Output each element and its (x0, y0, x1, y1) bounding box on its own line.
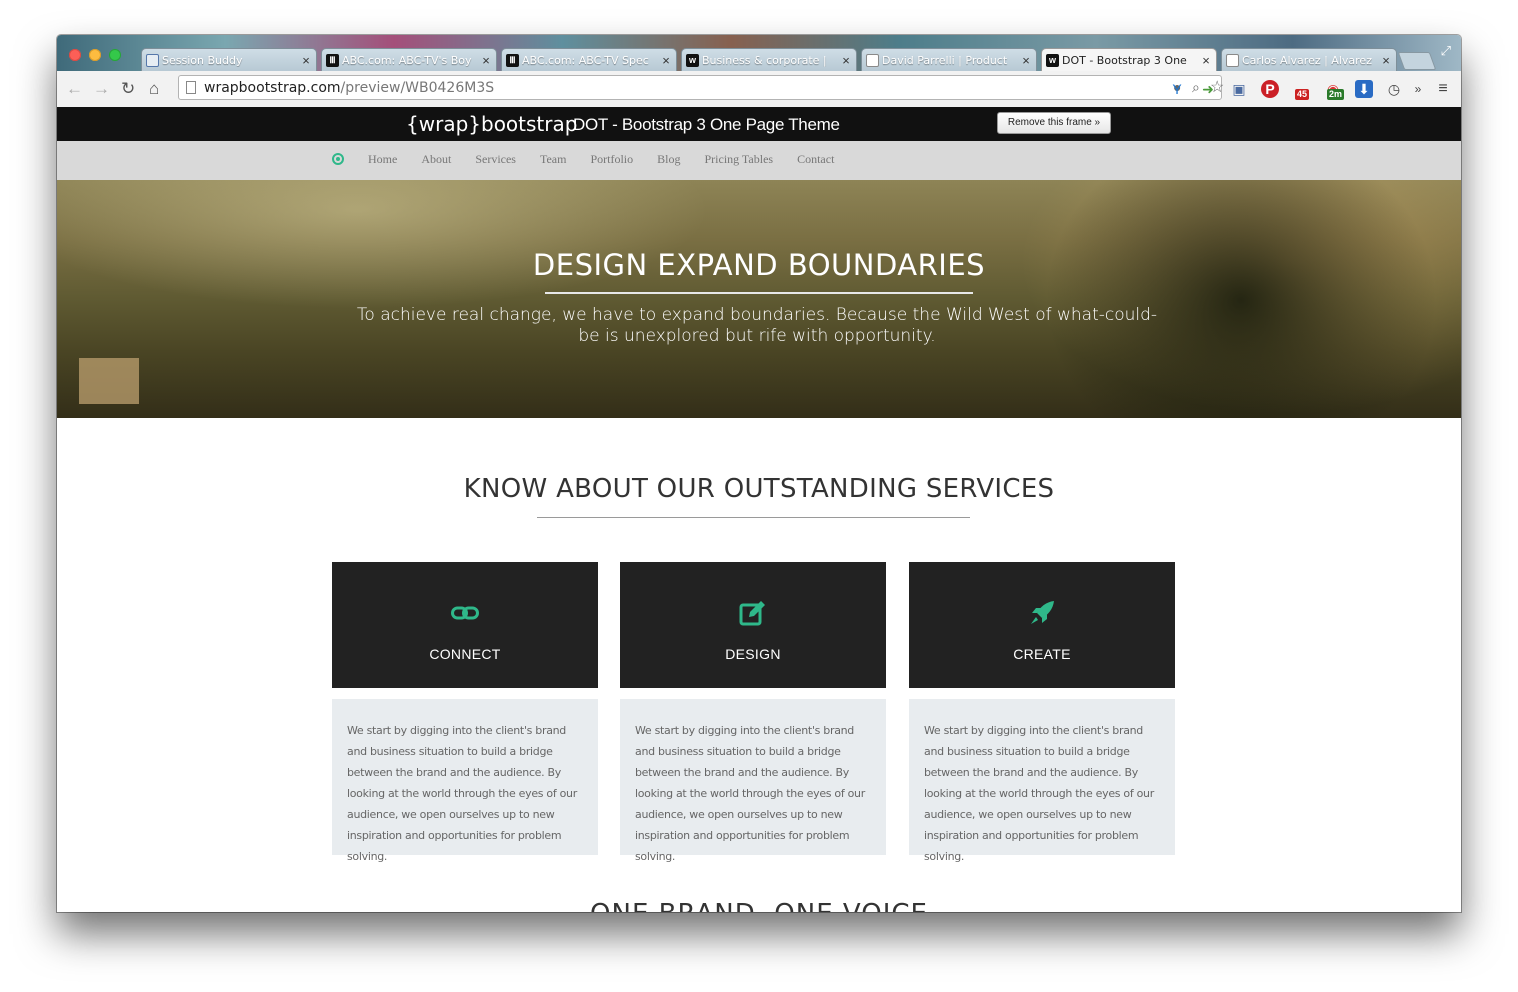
address-bar[interactable]: wrapbootstrap.com/preview/WB0426M3S ● ⌕ … (178, 75, 1224, 100)
services-divider (537, 517, 970, 518)
tab-close-icon[interactable]: × (660, 53, 672, 68)
forward-icon[interactable]: → (93, 79, 110, 99)
tab-close-icon[interactable]: × (840, 53, 852, 68)
page-icon (186, 81, 196, 94)
new-tab-button[interactable] (1397, 52, 1437, 70)
extension-window-icon[interactable]: ▣ (1230, 80, 1248, 98)
building-icon: Ⅲ (326, 53, 339, 67)
site-logo-icon[interactable] (332, 153, 344, 165)
extensions-overflow-icon[interactable]: » (1409, 80, 1427, 98)
doc-icon (866, 53, 879, 67)
tab-business-corporate[interactable]: w Business & corporate | × (681, 48, 857, 71)
wrapbootstrap-bar: {wrap}bootstrap DOT - Bootstrap 3 One Pa… (57, 107, 1461, 141)
hero-farmhouse (79, 358, 139, 404)
service-label: DESIGN (725, 646, 781, 662)
nav-portfolio[interactable]: Portfolio (590, 152, 633, 167)
nav-blog[interactable]: Blog (657, 152, 680, 167)
menu-icon[interactable]: ≡ (1434, 80, 1452, 98)
home-icon[interactable]: ⌂ (149, 79, 159, 99)
tab-close-icon[interactable]: × (300, 53, 312, 68)
hero-banner: DESIGN EXPAND BOUNDARIES To achieve real… (57, 180, 1461, 418)
service-card-design: DESIGN (620, 562, 886, 688)
hero-title: DESIGN EXPAND BOUNDARIES (532, 248, 986, 282)
next-section-title: ONE BRAND, ONE VOICE (57, 899, 1461, 912)
hero-divider (545, 292, 973, 294)
clock-icon[interactable]: ◷ (1385, 80, 1403, 98)
tab-close-icon[interactable]: × (1020, 53, 1032, 68)
tab-title: DOT - Bootstrap 3 One (1062, 54, 1187, 67)
tab-abc-boy[interactable]: Ⅲ ABC.com: ABC-TV's Boy × (321, 48, 497, 71)
link-icon (451, 600, 479, 626)
url-text[interactable]: wrapbootstrap.com/preview/WB0426M3S (204, 80, 494, 96)
tab-abc-spec[interactable]: Ⅲ ABC.com: ABC-TV Spec × (501, 48, 677, 71)
service-description: We start by digging into the client's br… (332, 699, 598, 863)
nav-team[interactable]: Team (540, 152, 566, 167)
w-icon: w (1046, 54, 1059, 67)
services-title: KNOW ABOUT OUR OUTSTANDING SERVICES (463, 474, 1055, 504)
download-icon[interactable]: ⬇ (1355, 80, 1373, 98)
building-icon: Ⅲ (506, 53, 519, 67)
tab-close-icon[interactable]: × (1200, 53, 1212, 68)
service-description: We start by digging into the client's br… (909, 699, 1175, 863)
nav-home[interactable]: Home (368, 152, 397, 167)
browser-toolbar: ← → ↻ ⌂ wrapbootstrap.com/preview/WB0426… (57, 71, 1461, 108)
service-description: We start by digging into the client's br… (620, 699, 886, 863)
window-zoom-button[interactable] (109, 49, 121, 61)
nav-services[interactable]: Services (475, 152, 516, 167)
extension-badge: 2m (1327, 89, 1345, 100)
rocket-icon (1028, 600, 1056, 626)
tab-close-icon[interactable]: × (480, 53, 492, 68)
tab-title: David Parrelli | Product (882, 53, 1008, 67)
tab-close-icon[interactable]: × (1380, 53, 1392, 68)
edit-icon (739, 600, 767, 626)
tab-david-parrelli[interactable]: David Parrelli | Product × (861, 48, 1037, 71)
theme-title: DOT - Bootstrap 3 One Page Theme (573, 115, 840, 134)
service-card-connect: CONNECT (332, 562, 598, 688)
service-label: CONNECT (429, 646, 501, 662)
remove-frame-button[interactable]: Remove this frame » (997, 112, 1111, 134)
back-icon[interactable]: ← (66, 79, 83, 99)
tab-strip: Session Buddy × Ⅲ ABC.com: ABC-TV's Boy … (57, 35, 1461, 72)
tab-title: ABC.com: ABC-TV Spec (522, 53, 649, 67)
extension-arrow-icon[interactable]: ➜ (1199, 80, 1217, 98)
tab-title: Carlos Alvarez | Alvarez (1242, 53, 1372, 67)
window-icon (146, 53, 159, 67)
window-close-button[interactable] (69, 49, 81, 61)
tab-title: Business & corporate | (702, 53, 827, 67)
tab-title: ABC.com: ABC-TV's Boy (342, 53, 472, 67)
nav-about[interactable]: About (421, 152, 451, 167)
tab-session-buddy[interactable]: Session Buddy × (141, 48, 317, 71)
w-icon: w (686, 53, 699, 67)
extension-badge: 45 (1295, 89, 1310, 100)
tab-carlos-alvarez[interactable]: Carlos Alvarez | Alvarez × (1221, 48, 1397, 71)
reload-icon[interactable]: ↻ (121, 79, 135, 99)
tab-dot-bootstrap[interactable]: w DOT - Bootstrap 3 One × (1041, 48, 1217, 72)
service-card-create: CREATE (909, 562, 1175, 688)
pinterest-icon[interactable]: P (1261, 80, 1279, 98)
nav-pricing-tables[interactable]: Pricing Tables (704, 152, 773, 167)
site-navbar: Home About Services Team Portfolio Blog … (57, 141, 1461, 180)
service-label: CREATE (1013, 646, 1071, 662)
nav-links: Home About Services Team Portfolio Blog … (368, 152, 834, 167)
window-minimize-button[interactable] (89, 49, 101, 61)
fullscreen-icon[interactable]: ⤢ (1441, 43, 1451, 59)
browser-window: Session Buddy × Ⅲ ABC.com: ABC-TV's Boy … (57, 35, 1461, 912)
hero-subtitle: To achieve real change, we have to expan… (356, 305, 1158, 346)
tab-title: Session Buddy (162, 53, 243, 67)
doc-icon (1226, 53, 1239, 67)
extension-y-icon[interactable]: Y (1168, 80, 1186, 98)
nav-contact[interactable]: Contact (797, 152, 834, 167)
hero-trees-shade (941, 180, 1461, 418)
wrapbootstrap-logo[interactable]: {wrap}bootstrap (406, 112, 577, 136)
